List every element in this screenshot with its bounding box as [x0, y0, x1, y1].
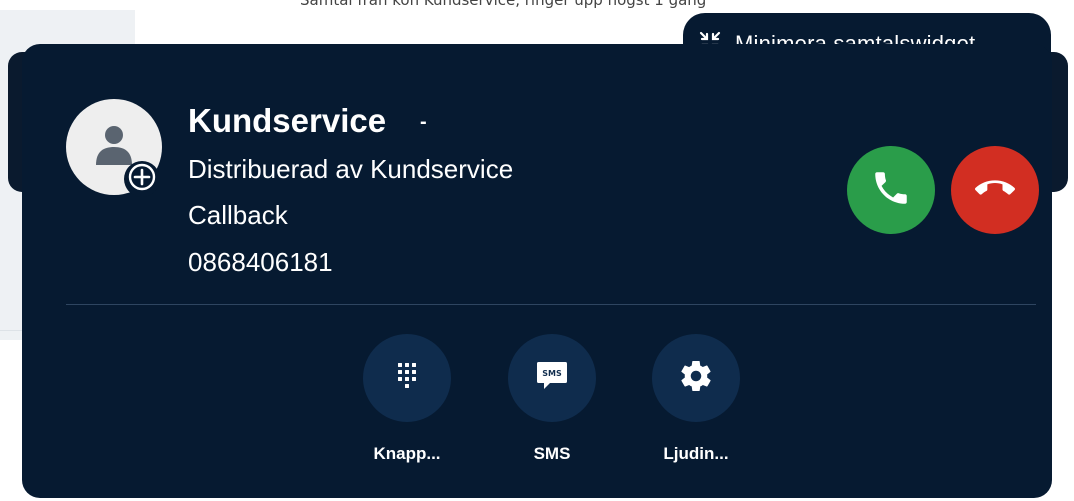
- hangup-call-button[interactable]: [951, 146, 1039, 234]
- keypad-button[interactable]: Knapp...: [362, 334, 452, 464]
- caller-menu-toggle[interactable]: -: [420, 111, 427, 134]
- answer-call-button[interactable]: [847, 146, 935, 234]
- audio-settings-button[interactable]: Ljudin...: [651, 334, 741, 464]
- sms-icon: SMS: [535, 360, 569, 397]
- audio-settings-button-circle[interactable]: [652, 334, 740, 422]
- phone-number-text: 0868406181: [188, 247, 333, 277]
- phone-hangup-icon: [975, 168, 1015, 213]
- partial-header-text: Samtal från kön Kundservice, ringer upp …: [300, 0, 707, 9]
- gear-icon: [678, 358, 714, 399]
- keypad-label: Knapp...: [373, 444, 441, 463]
- top-strip: Samtal från kön Kundservice, ringer upp …: [0, 0, 1074, 10]
- audio-settings-label: Ljudin...: [663, 444, 729, 463]
- add-contact-button[interactable]: [124, 161, 160, 197]
- keypad-icon: [395, 361, 419, 396]
- section-divider: [66, 304, 1036, 305]
- add-contact-icon: [128, 163, 156, 196]
- keypad-button-circle[interactable]: [363, 334, 451, 422]
- call-type-text: Callback: [188, 200, 288, 230]
- svg-text:SMS: SMS: [542, 369, 562, 378]
- sms-button-circle[interactable]: SMS: [508, 334, 596, 422]
- caller-name[interactable]: Kundservice: [188, 102, 386, 140]
- sms-button[interactable]: SMS SMS: [507, 334, 597, 464]
- sms-label: SMS: [533, 444, 571, 463]
- distributed-by-text: Distribuerad av Kundservice: [188, 154, 514, 184]
- phone-answer-icon: [870, 167, 912, 214]
